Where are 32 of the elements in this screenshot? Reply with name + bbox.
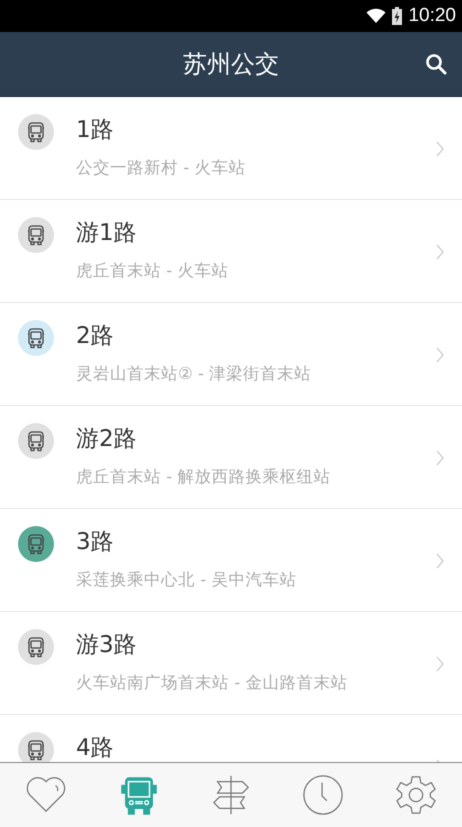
route-stops: 采莲换乘中心北 - 吴中汽车站 <box>76 569 298 591</box>
route-stops: 公交一路新村 - 火车站 <box>76 157 246 179</box>
chevron-icon <box>436 553 444 569</box>
chevron-icon <box>436 450 444 466</box>
route-name: 2路 <box>76 322 115 351</box>
route-stops: 火车站南广场首末站 - 金山路首末站 <box>76 672 348 694</box>
route-item[interactable]: 游2路 虎丘首末站 - 解放西路换乘枢纽站 <box>0 406 462 509</box>
settings-icon[interactable] <box>394 774 437 816</box>
chevron-icon <box>436 347 444 363</box>
route-item[interactable]: 游3路 火车站南广场首末站 - 金山路首末站 <box>0 612 462 715</box>
header-title: 苏州公交 <box>183 49 279 80</box>
route-name: 3路 <box>76 528 115 557</box>
route-name: 游1路 <box>76 219 138 248</box>
route-item[interactable]: 3路 采莲换乘中心北 - 吴中汽车站 <box>0 509 462 612</box>
route-name: 4路 <box>76 734 115 762</box>
status-time: 10:20 <box>408 5 456 27</box>
clock-icon[interactable] <box>302 774 344 816</box>
route-stops: 虎丘首末站 - 火车站 <box>76 260 230 282</box>
chevron-icon <box>436 141 444 157</box>
route-item[interactable]: 游1路 虎丘首末站 - 火车站 <box>0 200 462 303</box>
route-name: 游2路 <box>76 425 138 454</box>
route-name: 1路 <box>76 116 115 145</box>
battery-icon <box>392 7 402 25</box>
route-stops: 虎丘首末站 - 解放西路换乘枢纽站 <box>76 466 332 488</box>
chevron-icon <box>436 244 444 260</box>
search-icon[interactable] <box>424 52 448 76</box>
route-item[interactable]: 1路 公交一路新村 - 火车站 <box>0 97 462 200</box>
route-item[interactable]: 2路 灵岩山首末站② - 津梁街首末站 <box>0 303 462 406</box>
route-stops: 灵岩山首末站② - 津梁街首末站 <box>76 363 312 385</box>
chevron-icon <box>436 656 444 672</box>
route-name: 游3路 <box>76 631 138 660</box>
wifi-icon <box>366 8 386 24</box>
